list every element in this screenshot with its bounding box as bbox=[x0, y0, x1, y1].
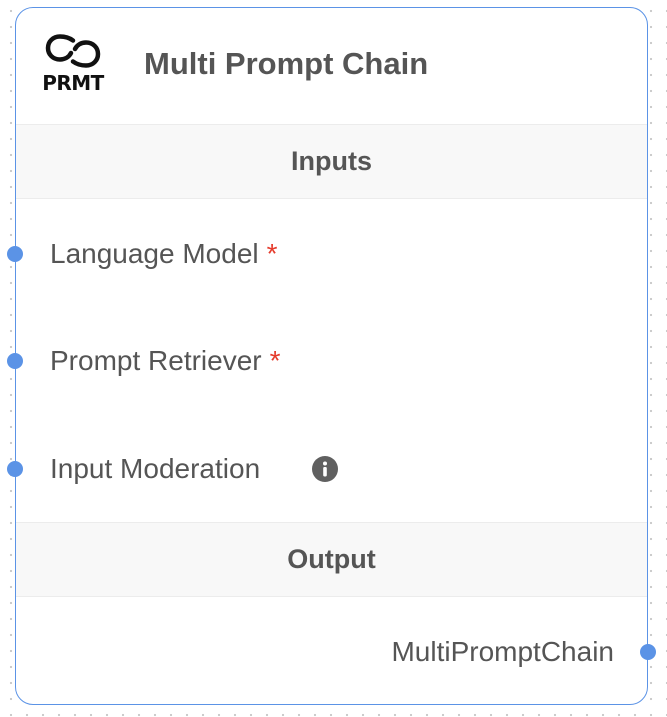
logo-text: PRMT bbox=[42, 71, 104, 95]
multi-prompt-chain-output-handle[interactable] bbox=[640, 644, 656, 660]
required-mark: * bbox=[266, 238, 278, 269]
param-label: Prompt Retriever * bbox=[50, 341, 281, 381]
required-mark: * bbox=[269, 345, 281, 376]
param-label-text: Input Moderation bbox=[50, 453, 261, 484]
node-logo: PRMT bbox=[40, 34, 106, 102]
output-row: MultiPromptChain bbox=[16, 632, 656, 672]
param-prompt-retriever: Prompt Retriever * bbox=[7, 341, 647, 381]
input-moderation-input-handle[interactable] bbox=[7, 461, 23, 477]
param-label: Language Model * bbox=[50, 234, 278, 274]
param-label: Input Moderation bbox=[50, 449, 260, 489]
param-language-model: Language Model * bbox=[7, 234, 647, 274]
info-icon[interactable] bbox=[312, 456, 338, 482]
multi-prompt-chain-node[interactable]: PRMT Multi Prompt Chain Inputs Language … bbox=[7, 7, 656, 705]
link-chain-icon bbox=[45, 34, 101, 68]
language-model-input-handle[interactable] bbox=[7, 246, 23, 262]
node-title: Multi Prompt Chain bbox=[144, 46, 429, 81]
param-input-moderation: Input Moderation bbox=[7, 449, 647, 489]
output-label: MultiPromptChain bbox=[391, 636, 614, 667]
node-header: PRMT Multi Prompt Chain bbox=[16, 8, 647, 124]
param-label-text: Language Model bbox=[50, 238, 259, 269]
output-section-header: Output bbox=[16, 522, 647, 597]
param-label-text: Prompt Retriever bbox=[50, 345, 262, 376]
prompt-retriever-input-handle[interactable] bbox=[7, 353, 23, 369]
inputs-section-header: Inputs bbox=[16, 124, 647, 199]
